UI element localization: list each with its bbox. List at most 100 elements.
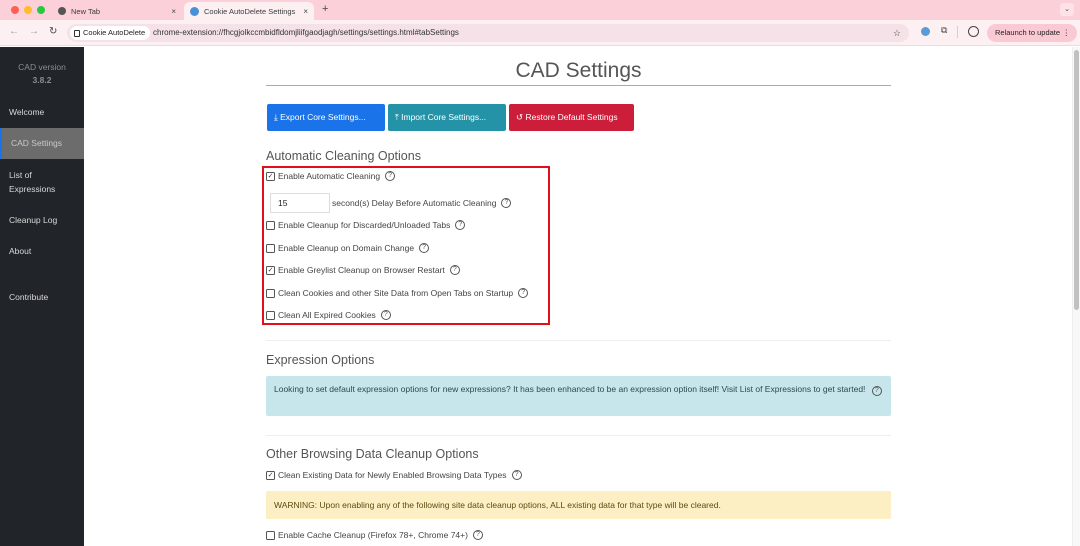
clean-expired-cookies-option: Clean All Expired Cookies ? — [266, 310, 391, 320]
tab-search-button[interactable]: ⌄ — [1060, 3, 1074, 16]
cleanup-discarded-tabs-option: Enable Cleanup for Discarded/Unloaded Ta… — [266, 220, 466, 230]
forward-button[interactable]: → — [29, 26, 39, 37]
close-window-button[interactable] — [11, 6, 19, 14]
sidebar-item-list-of-expressions[interactable]: List of Expressions — [0, 168, 84, 196]
section-divider — [266, 340, 891, 341]
export-core-settings-button[interactable]: ⤓ Export Core Settings... — [267, 104, 385, 131]
cookie-autodelete-icon — [190, 6, 199, 16]
relaunch-label: Relaunch to update — [995, 28, 1061, 37]
minimize-window-button[interactable] — [24, 6, 32, 14]
help-icon[interactable]: ? — [449, 265, 460, 275]
option-label: Clean Existing Data for Newly Enabled Br… — [278, 470, 507, 480]
clean-existing-data-option: ✓ Clean Existing Data for Newly Enabled … — [266, 470, 522, 480]
address-bar[interactable]: Cookie AutoDelete chrome-extension://fhc… — [67, 24, 909, 42]
warning-alert: WARNING: Upon enabling any of the follow… — [266, 491, 891, 519]
sidebar-item-about[interactable]: About — [0, 244, 84, 258]
upload-icon: ⤒ — [395, 112, 399, 122]
option-label: Enable Greylist Cleanup on Browser Resta… — [278, 265, 445, 275]
tab-cookie-autodelete-settings[interactable]: Cookie AutoDelete Settings × — [184, 2, 314, 20]
cleanup-domain-change-checkbox[interactable] — [266, 243, 275, 253]
expression-info-alert: Looking to set default expression option… — [266, 376, 891, 416]
version-label: CAD version — [18, 62, 66, 72]
scrollbar-thumb[interactable] — [1074, 50, 1079, 310]
help-icon[interactable]: ? — [380, 310, 391, 320]
cleaning-delay-label-row: second(s) Delay Before Automatic Cleanin… — [332, 198, 512, 208]
extension-icon — [74, 29, 80, 37]
page-title: CAD Settings — [515, 59, 642, 82]
automatic-cleaning-heading: Automatic Cleaning Options — [266, 149, 421, 163]
clean-expired-cookies-checkbox[interactable] — [266, 310, 275, 320]
option-label: Enable Automatic Cleaning — [278, 171, 381, 181]
option-label: Clean Cookies and other Site Data from O… — [278, 288, 514, 298]
help-icon[interactable]: ? — [385, 171, 396, 181]
clean-open-tabs-startup-checkbox[interactable] — [266, 288, 275, 298]
cleaning-delay-input[interactable]: 15 — [270, 193, 330, 213]
cache-cleanup-checkbox[interactable] — [266, 530, 275, 540]
delay-label: second(s) Delay Before Automatic Cleanin… — [332, 198, 497, 208]
title-divider — [266, 85, 891, 86]
sidebar-item-label: Expressions — [9, 184, 56, 194]
help-icon[interactable]: ? — [501, 198, 512, 208]
cleanup-discarded-tabs-checkbox[interactable] — [266, 220, 275, 230]
option-label: Clean All Expired Cookies — [278, 310, 376, 320]
tab-bar: New Tab × Cookie AutoDelete Settings × +… — [0, 0, 1080, 20]
sidebar-item-label: List of — [9, 170, 32, 180]
cleanup-domain-change-option: Enable Cleanup on Domain Change ? — [266, 243, 430, 253]
enable-automatic-cleaning-checkbox[interactable]: ✓ — [266, 171, 275, 181]
reload-button[interactable]: ↻ — [49, 26, 57, 37]
sidebar-item-welcome[interactable]: Welcome — [0, 105, 84, 119]
site-info-chip[interactable]: Cookie AutoDelete — [70, 26, 151, 40]
help-icon[interactable]: ? — [518, 288, 529, 298]
cache-cleanup-option: Enable Cache Cleanup (Firefox 78+, Chrom… — [266, 530, 483, 540]
toolbar-divider — [957, 26, 958, 38]
sidebar-item-cad-settings[interactable]: CAD Settings — [0, 128, 84, 159]
cookie-autodelete-extension-icon[interactable] — [921, 27, 930, 36]
import-core-settings-button[interactable]: ⤒ Import Core Settings... — [388, 104, 506, 131]
button-label: Restore Default Settings — [525, 112, 618, 122]
back-button[interactable]: ← — [9, 26, 19, 37]
bookmark-star-icon[interactable]: ☆ — [893, 24, 901, 42]
option-label: Enable Cleanup for Discarded/Unloaded Ta… — [278, 220, 451, 230]
sidebar: CAD version 3.8.2 Welcome CAD Settings L… — [0, 47, 84, 546]
maximize-window-button[interactable] — [37, 6, 45, 14]
close-tab-icon[interactable]: × — [171, 7, 176, 16]
tab-new-tab[interactable]: New Tab × — [52, 2, 182, 20]
tab-label: Cookie AutoDelete Settings — [204, 6, 296, 16]
option-label: Enable Cleanup on Domain Change — [278, 243, 415, 253]
url-text[interactable]: chrome-extension://fhcgjolkccmbidfldomjl… — [153, 24, 459, 42]
profile-avatar-icon[interactable] — [968, 26, 979, 37]
page-scrollbar[interactable] — [1072, 47, 1080, 546]
relaunch-to-update-button[interactable]: Relaunch to update ⋮ — [987, 24, 1077, 42]
new-tab-button[interactable]: + — [322, 3, 328, 15]
site-chip-label: Cookie AutoDelete — [83, 28, 146, 37]
button-label: Export Core Settings... — [280, 112, 366, 122]
sidebar-item-contribute[interactable]: Contribute — [0, 290, 84, 304]
close-tab-icon[interactable]: × — [303, 7, 308, 16]
help-icon[interactable]: ? — [419, 243, 430, 253]
tab-label: New Tab — [71, 6, 101, 16]
greylist-cleanup-restart-checkbox[interactable]: ✓ — [266, 265, 275, 275]
download-icon: ⤓ — [274, 112, 278, 122]
help-icon[interactable]: ? — [511, 470, 522, 480]
help-icon[interactable]: ? — [871, 386, 882, 396]
chrome-icon — [58, 7, 66, 15]
enable-automatic-cleaning-option: ✓ Enable Automatic Cleaning ? — [266, 171, 396, 181]
expression-options-heading: Expression Options — [266, 353, 375, 367]
option-label: Enable Cache Cleanup (Firefox 78+, Chrom… — [278, 530, 468, 540]
main-content: CAD Settings ⤓ Export Core Settings... ⤒… — [84, 47, 1070, 546]
section-divider — [266, 435, 891, 436]
other-browsing-heading: Other Browsing Data Cleanup Options — [266, 447, 479, 461]
version-number: 3.8.2 — [32, 75, 52, 85]
restore-default-settings-button[interactable]: ↺ Restore Default Settings — [509, 104, 634, 131]
browser-toolbar: ← → ↻ Cookie AutoDelete chrome-extension… — [0, 20, 1080, 46]
sidebar-item-cleanup-log[interactable]: Cleanup Log — [0, 213, 84, 227]
clean-open-tabs-startup-option: Clean Cookies and other Site Data from O… — [266, 288, 529, 298]
extensions-puzzle-icon[interactable]: ⧉ — [941, 25, 947, 36]
more-menu-icon[interactable]: ⋮ — [1063, 24, 1071, 42]
help-icon[interactable]: ? — [455, 220, 466, 230]
clean-existing-data-checkbox[interactable]: ✓ — [266, 470, 275, 480]
undo-icon: ↺ — [516, 112, 524, 122]
greylist-cleanup-restart-option: ✓ Enable Greylist Cleanup on Browser Res… — [266, 265, 460, 275]
help-icon[interactable]: ? — [472, 530, 483, 540]
button-label: Import Core Settings... — [401, 112, 487, 122]
